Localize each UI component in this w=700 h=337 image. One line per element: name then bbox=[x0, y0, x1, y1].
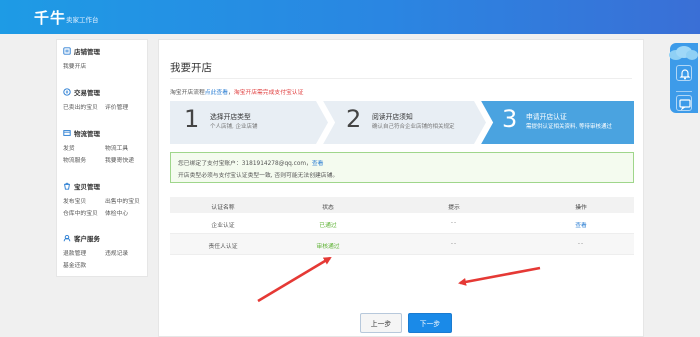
toolbar-divider bbox=[676, 91, 692, 92]
arrow-to-status bbox=[257, 256, 332, 303]
cloud-icon bbox=[669, 46, 698, 60]
annotation-arrows bbox=[257, 256, 541, 303]
message-icon[interactable] bbox=[676, 95, 692, 111]
bell-icon[interactable] bbox=[676, 65, 692, 81]
arrow-to-next-button bbox=[458, 266, 541, 286]
